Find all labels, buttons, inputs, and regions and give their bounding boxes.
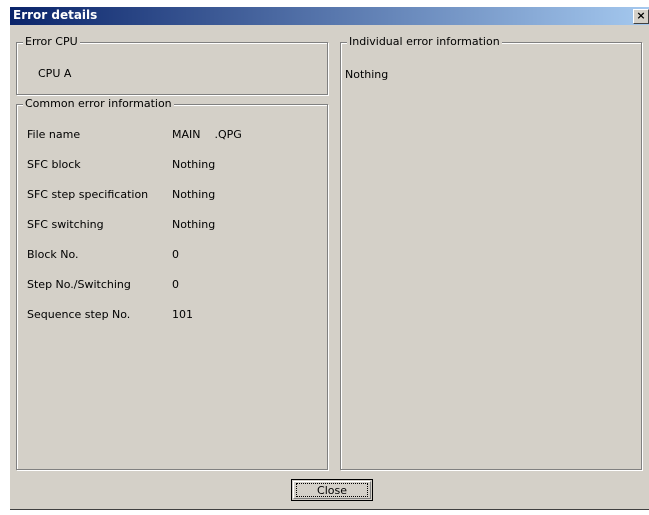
error-cpu-value: CPU A — [38, 67, 72, 80]
sfc-block-label: SFC block — [27, 158, 81, 171]
block-no-value: 0 — [172, 248, 179, 261]
file-name-value: MAIN .QPG — [172, 128, 242, 141]
step-no-switching-value: 0 — [172, 278, 179, 291]
error-cpu-legend: Error CPU — [23, 35, 80, 49]
block-no-label: Block No. — [27, 248, 79, 261]
individual-error-legend: Individual error information — [347, 35, 502, 49]
sfc-step-spec-label: SFC step specification — [27, 188, 149, 201]
sfc-block-value: Nothing — [172, 158, 216, 171]
title-bar: Error details × — [10, 7, 649, 25]
dialog-title: Error details — [13, 8, 98, 22]
step-no-switching-label: Step No./Switching — [27, 278, 131, 291]
individual-error-value: Nothing — [345, 68, 389, 81]
sfc-step-spec-value: Nothing — [172, 188, 216, 201]
common-error-legend: Common error information — [23, 97, 174, 111]
sequence-step-no-label: Sequence step No. — [27, 308, 131, 321]
error-details-dialog: Error details × Error CPU CPU A Common e… — [10, 7, 649, 510]
close-button-label: Close — [296, 483, 368, 497]
common-error-group: Common error information File name MAIN … — [16, 97, 328, 470]
close-icon[interactable]: × — [633, 9, 649, 24]
sfc-switching-value: Nothing — [172, 218, 216, 231]
close-button[interactable]: Close — [291, 479, 373, 501]
file-name-label: File name — [27, 128, 81, 141]
error-cpu-group: Error CPU CPU A — [16, 35, 328, 95]
individual-error-group: Individual error information Nothing — [340, 35, 642, 470]
sfc-switching-label: SFC switching — [27, 218, 104, 231]
sequence-step-no-value: 101 — [172, 308, 193, 321]
